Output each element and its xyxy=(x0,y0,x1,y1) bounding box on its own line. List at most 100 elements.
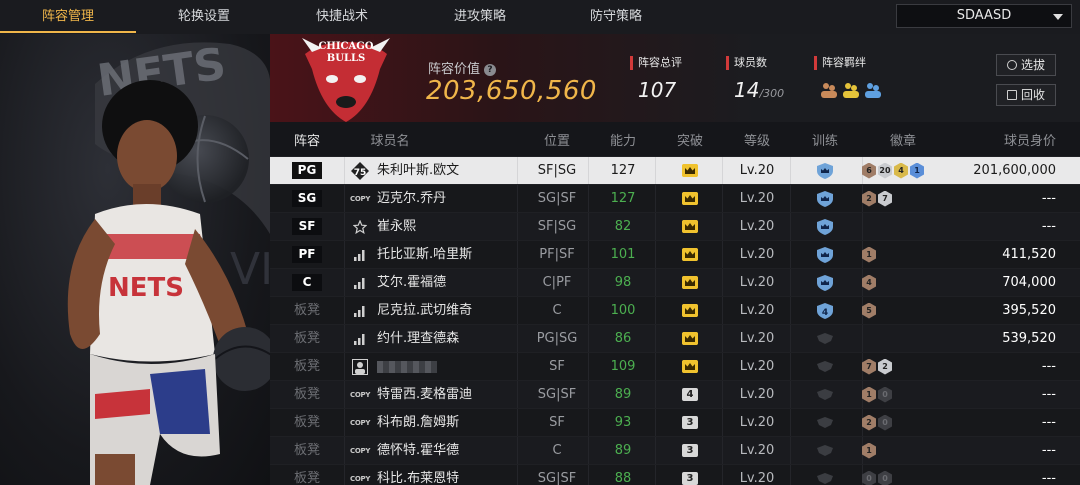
team-logo: CHICAGO BULLS xyxy=(302,38,390,122)
lineup-slot[interactable]: 板凳 xyxy=(270,353,344,380)
player-position: PG|SG xyxy=(536,331,578,346)
lineup-slot[interactable]: 板凳 xyxy=(270,465,344,485)
refresh-icon xyxy=(1006,60,1017,70)
table-row[interactable]: C 艾尔.霍福德 C|PF 98 Lv.20 4 704,000 xyxy=(270,268,1080,296)
bond-icons[interactable] xyxy=(818,80,890,102)
lineup-value: 203,650,560 xyxy=(426,76,597,106)
player-training[interactable] xyxy=(790,325,860,352)
table-row[interactable]: 板凳 尼克拉.武切维奇 C 100 Lv.20 4 5 395,520 xyxy=(270,296,1080,324)
tab-offense-strategy[interactable]: 进攻策略 xyxy=(412,0,548,33)
lineup-slot-label: 板凳 xyxy=(293,303,320,318)
crown-icon xyxy=(682,332,698,345)
lineup-slot[interactable]: 板凳 xyxy=(270,409,344,436)
player-illustration: NETS VI NETS xyxy=(67,38,270,485)
player-breakthrough[interactable] xyxy=(655,269,725,296)
lineup-slot[interactable]: 板凳 xyxy=(270,437,344,464)
table-row[interactable]: 板凳 COPY 科布朗.詹姆斯 SF 93 3 Lv.20 2 0 --- xyxy=(270,408,1080,436)
player-breakthrough[interactable] xyxy=(655,353,725,380)
player-name[interactable]: 崔永熙 xyxy=(377,213,517,240)
player-training[interactable] xyxy=(790,157,860,184)
table-row[interactable]: 板凳 COPY 德怀特.霍华德 C 89 3 Lv.20 1 --- xyxy=(270,436,1080,464)
player-training[interactable] xyxy=(790,381,860,408)
lineup-screen: 阵容管理 轮换设置 快捷战术 进攻策略 防守策略 SDAASD NETS VI xyxy=(0,0,1080,485)
copy-icon: COPY xyxy=(350,474,371,483)
badge-bronze-icon: 2 xyxy=(862,190,876,207)
table-row[interactable]: PG 75 朱利叶斯.欧文 SF|SG 127 Lv.20 6 20 4 1 201,600,000 xyxy=(270,156,1080,184)
player-name[interactable] xyxy=(377,353,517,380)
player-training[interactable]: 4 xyxy=(790,297,860,324)
column-separator xyxy=(344,409,345,436)
player-training[interactable] xyxy=(790,241,860,268)
tab-defense-strategy[interactable]: 防守策略 xyxy=(548,0,684,33)
training-shield-empty-icon xyxy=(817,332,833,344)
lineup-slot[interactable]: 板凳 xyxy=(270,325,344,352)
lineup-slot[interactable]: C xyxy=(270,269,344,296)
lineup-slot[interactable]: SF xyxy=(270,213,344,240)
player-name[interactable]: 特雷西.麦格雷迪 xyxy=(377,381,517,408)
player-breakthrough[interactable]: 3 xyxy=(655,465,725,485)
team-select-dropdown[interactable]: SDAASD xyxy=(896,4,1072,28)
recycle-button[interactable]: 回收 xyxy=(996,84,1056,106)
player-name[interactable]: 约什.理查德森 xyxy=(377,325,517,352)
player-breakthrough[interactable] xyxy=(655,213,725,240)
help-icon[interactable]: ? xyxy=(484,64,497,76)
player-value: --- xyxy=(1041,387,1056,402)
player-training[interactable] xyxy=(790,213,860,240)
header-training: 训练 xyxy=(811,134,838,149)
player-tier xyxy=(350,241,370,268)
player-training[interactable] xyxy=(790,409,860,436)
player-level: Lv.20 xyxy=(739,191,775,206)
table-row[interactable]: PF 托比亚斯.哈里斯 PF|SF 101 Lv.20 1 411,520 xyxy=(270,240,1080,268)
table-row[interactable]: 板凳 约什.理查德森 PG|SG 86 Lv.20 539,520 xyxy=(270,324,1080,352)
player-level: Lv.20 xyxy=(739,275,775,290)
player-name[interactable]: 艾尔.霍福德 xyxy=(377,269,517,296)
player-breakthrough[interactable] xyxy=(655,325,725,352)
player-level: Lv.20 xyxy=(739,303,775,318)
player-breakthrough[interactable] xyxy=(655,241,725,268)
lineup-slot[interactable]: SG xyxy=(270,185,344,212)
tab-quick-tactics[interactable]: 快捷战术 xyxy=(272,0,412,33)
player-name[interactable]: 托比亚斯.哈里斯 xyxy=(377,241,517,268)
player-breakthrough[interactable] xyxy=(655,297,725,324)
player-name[interactable]: 尼克拉.武切维奇 xyxy=(377,297,517,324)
player-name[interactable]: 科布朗.詹姆斯 xyxy=(377,409,517,436)
player-breakthrough[interactable]: 3 xyxy=(655,437,725,464)
player-breakthrough[interactable] xyxy=(655,185,725,212)
lineup-slot-label: 板凳 xyxy=(293,443,320,458)
player-name[interactable]: 朱利叶斯.欧文 xyxy=(377,157,517,184)
player-training[interactable] xyxy=(790,437,860,464)
top-nav: 阵容管理 轮换设置 快捷战术 进攻策略 防守策略 SDAASD xyxy=(0,0,1080,35)
tab-lineup-management[interactable]: 阵容管理 xyxy=(0,0,136,33)
player-name[interactable]: 迈克尔.乔丹 xyxy=(377,185,517,212)
player-name[interactable]: 德怀特.霍华德 xyxy=(377,437,517,464)
table-row[interactable]: SG COPY 迈克尔.乔丹 SG|SF 127 Lv.20 2 7 --- xyxy=(270,184,1080,212)
player-breakthrough[interactable] xyxy=(655,157,725,184)
lineup-summary-panel: CHICAGO BULLS 阵容价值? 203,650,560 阵容总评 107… xyxy=(270,34,1080,122)
table-row[interactable]: 板凳 SF 109 Lv.20 7 2 --- xyxy=(270,352,1080,380)
tab-rotation-settings[interactable]: 轮换设置 xyxy=(136,0,272,33)
lineup-slot[interactable]: 板凳 xyxy=(270,381,344,408)
player-position: PF|SF xyxy=(539,247,575,262)
player-name[interactable]: 科比.布莱恩特 xyxy=(377,465,517,485)
lineup-slot-label: PG xyxy=(292,162,322,179)
player-breakthrough[interactable]: 3 xyxy=(655,409,725,436)
player-value: 395,520 xyxy=(1002,303,1056,318)
player-level: Lv.20 xyxy=(739,387,775,402)
lineup-slot[interactable]: PF xyxy=(270,241,344,268)
table-row[interactable]: 板凳 COPY 科比.布莱恩特 SG|SF 88 3 Lv.20 0 0 --- xyxy=(270,464,1080,485)
crown-icon xyxy=(682,304,698,317)
player-training[interactable] xyxy=(790,465,860,485)
table-row[interactable]: 板凳 COPY 特雷西.麦格雷迪 SG|SF 89 4 Lv.20 1 0 --- xyxy=(270,380,1080,408)
player-training[interactable] xyxy=(790,353,860,380)
player-training[interactable] xyxy=(790,269,860,296)
lineup-slot[interactable]: PG xyxy=(270,157,344,184)
player-tier xyxy=(350,269,370,296)
player-ability: 101 xyxy=(610,247,636,262)
player-training[interactable] xyxy=(790,185,860,212)
table-row[interactable]: SF 崔永熙 SF|SG 82 Lv.20 --- xyxy=(270,212,1080,240)
lineup-slot-label: 板凳 xyxy=(293,387,320,402)
player-breakthrough[interactable]: 4 xyxy=(655,381,725,408)
breakthrough-count: 4 xyxy=(682,388,698,401)
lineup-slot[interactable]: 板凳 xyxy=(270,297,344,324)
select-button[interactable]: 选拔 xyxy=(996,54,1056,76)
